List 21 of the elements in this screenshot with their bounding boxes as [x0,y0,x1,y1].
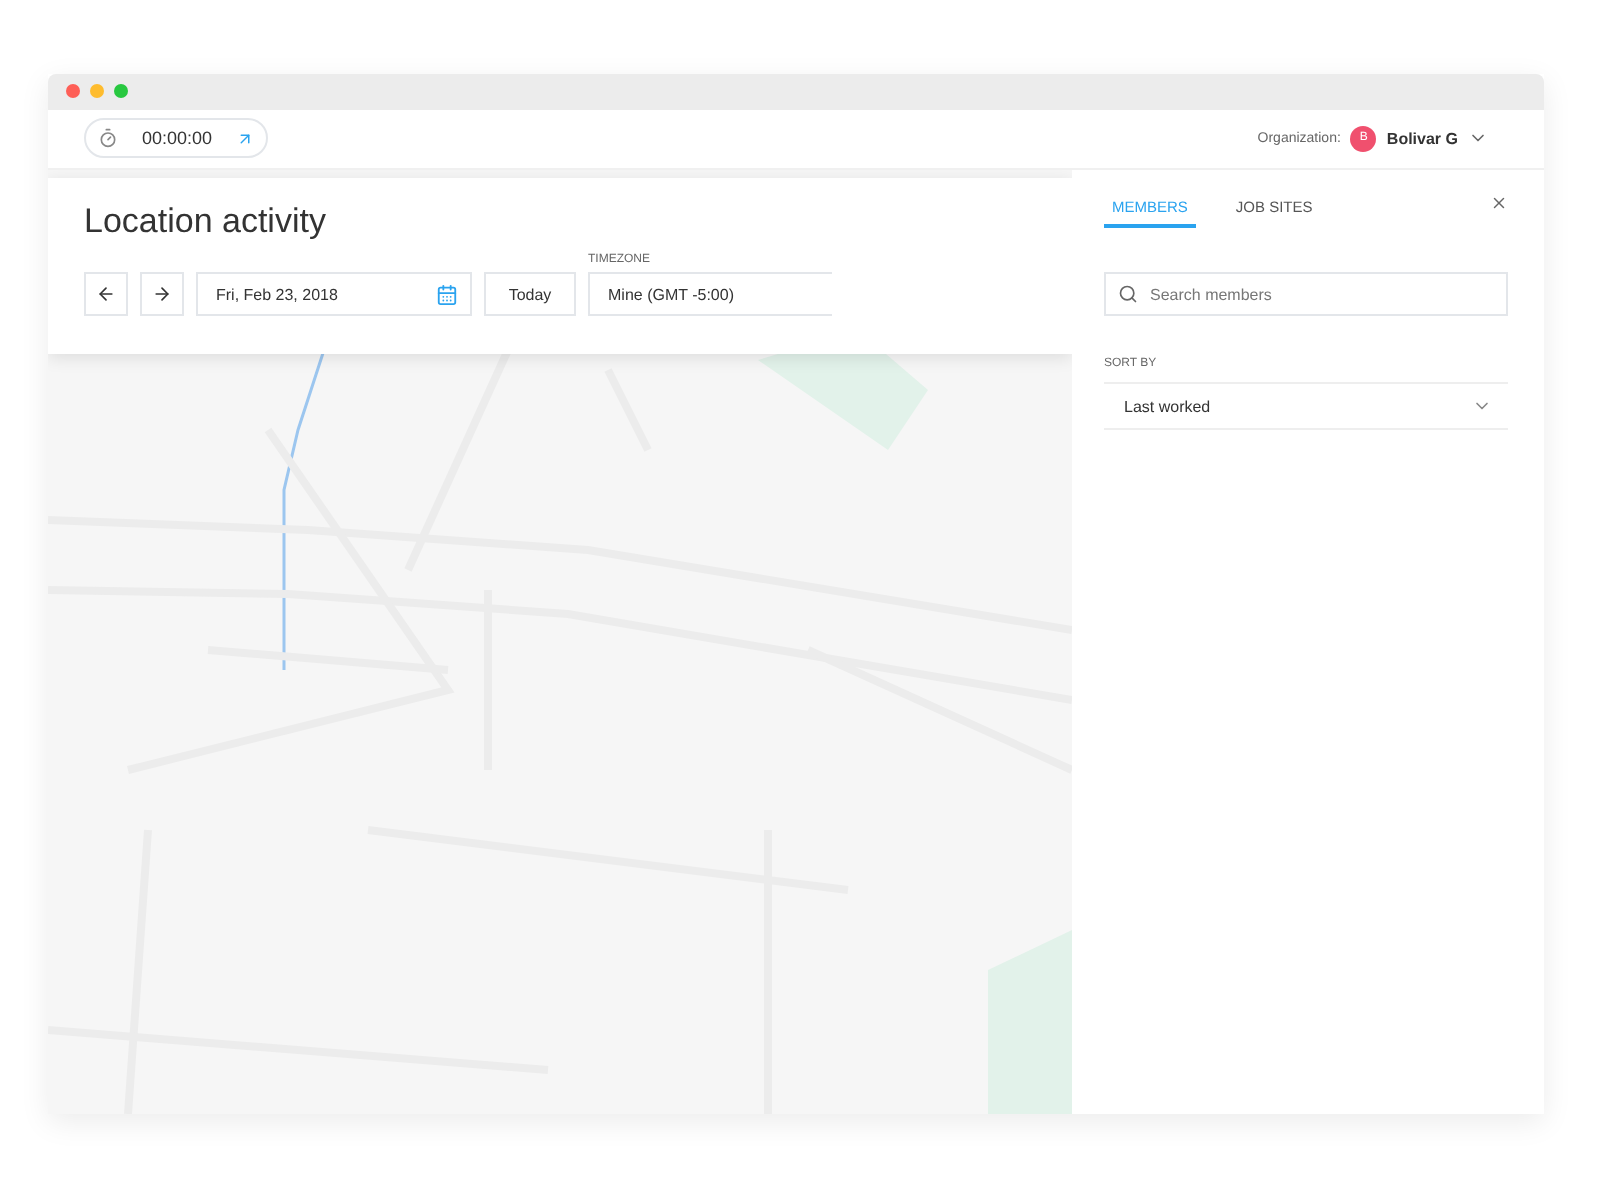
calendar-icon[interactable] [436,283,458,305]
date-field[interactable]: Fri, Feb 23, 2018 [196,272,472,316]
arrow-right-icon [152,284,172,304]
search-icon [1118,284,1138,304]
timer-time: 00:00:00 [142,128,213,149]
next-day-button[interactable] [140,272,184,316]
today-button[interactable]: Today [484,272,576,316]
window-close-dot[interactable] [66,84,80,99]
arrow-up-right-icon[interactable] [236,129,255,148]
timezone-select[interactable]: Mine (GMT -5:00) [588,272,832,316]
page-title: Location activity [84,202,328,242]
timer-pill[interactable]: 00:00:00 [84,118,269,159]
arrow-left-icon [96,284,116,304]
window-minimize-dot[interactable] [90,84,104,99]
close-icon[interactable] [1490,194,1508,212]
sort-select[interactable]: Last worked [1104,382,1508,430]
previous-day-button[interactable] [84,272,128,316]
organization-name[interactable]: Bolivar G [1386,129,1458,148]
stopwatch-icon [98,128,118,149]
window-maximize-dot[interactable] [114,84,128,99]
search-field[interactable]: Search members [1104,272,1508,316]
